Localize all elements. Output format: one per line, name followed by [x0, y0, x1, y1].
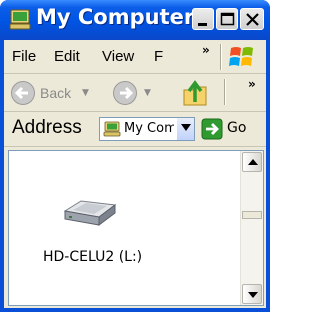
close-icon — [246, 13, 259, 26]
my-computer-icon — [9, 9, 31, 30]
scroll-thumb[interactable] — [242, 211, 262, 219]
forward-button[interactable]: ▼ — [112, 79, 154, 107]
down-arrow-icon — [248, 292, 258, 298]
drive-item[interactable]: HD-CELU2 (L:) — [43, 189, 183, 279]
go-arrow-icon — [201, 118, 223, 140]
toolbar-separator — [224, 79, 226, 105]
hard-drive-icon — [63, 200, 117, 226]
address-value: My Computer — [124, 121, 174, 136]
minimize-button[interactable] — [192, 8, 214, 30]
forward-arrow-icon — [113, 81, 137, 105]
menu-favorites[interactable]: F — [154, 48, 163, 65]
back-label: Back — [40, 85, 72, 101]
back-button[interactable]: Back ▼ — [10, 79, 90, 107]
toolbar-overflow-chevron[interactable]: » — [248, 77, 256, 91]
go-label: Go — [227, 120, 247, 136]
window-body: File Edit View F » Back ▼ ▼ » Address My… — [4, 40, 266, 308]
my-computer-small-icon — [103, 121, 121, 137]
explorer-window: My Computer File Edit View F » Back ▼ ▼ … — [0, 0, 270, 312]
menu-separator — [220, 44, 222, 70]
address-bar: Address My Computer Go — [4, 112, 266, 147]
window-title: My Computer — [36, 5, 195, 29]
drive-label: HD-CELU2 (L:) — [43, 249, 143, 265]
scroll-down-button[interactable] — [242, 284, 262, 304]
menu-edit[interactable]: Edit — [54, 48, 80, 65]
back-arrow-icon — [11, 81, 35, 105]
menu-bar: File Edit View F » — [4, 40, 266, 74]
address-dropdown-button[interactable] — [176, 118, 194, 140]
go-button[interactable]: Go — [201, 116, 263, 142]
maximize-icon — [220, 12, 235, 26]
back-dropdown-arrow[interactable]: ▼ — [82, 88, 89, 98]
up-arrow-icon — [248, 159, 258, 165]
file-view: HD-CELU2 (L:) — [8, 150, 264, 306]
title-bar[interactable]: My Computer — [0, 0, 270, 40]
chevron-down-icon — [181, 124, 191, 131]
forward-dropdown-arrow[interactable]: ▼ — [144, 88, 151, 98]
up-folder-icon[interactable] — [181, 78, 209, 108]
vertical-scrollbar[interactable] — [240, 151, 263, 305]
address-label: Address — [12, 117, 82, 138]
menu-view[interactable]: View — [102, 48, 134, 65]
standard-toolbar: Back ▼ ▼ » — [4, 74, 266, 112]
menu-overflow-chevron[interactable]: » — [202, 43, 210, 57]
close-button[interactable] — [240, 8, 264, 30]
scroll-up-button[interactable] — [242, 152, 262, 172]
minimize-icon — [198, 23, 207, 26]
windows-logo-icon — [229, 47, 253, 66]
menu-file[interactable]: File — [12, 48, 36, 65]
address-input[interactable]: My Computer — [99, 117, 195, 141]
maximize-button[interactable] — [216, 8, 238, 30]
